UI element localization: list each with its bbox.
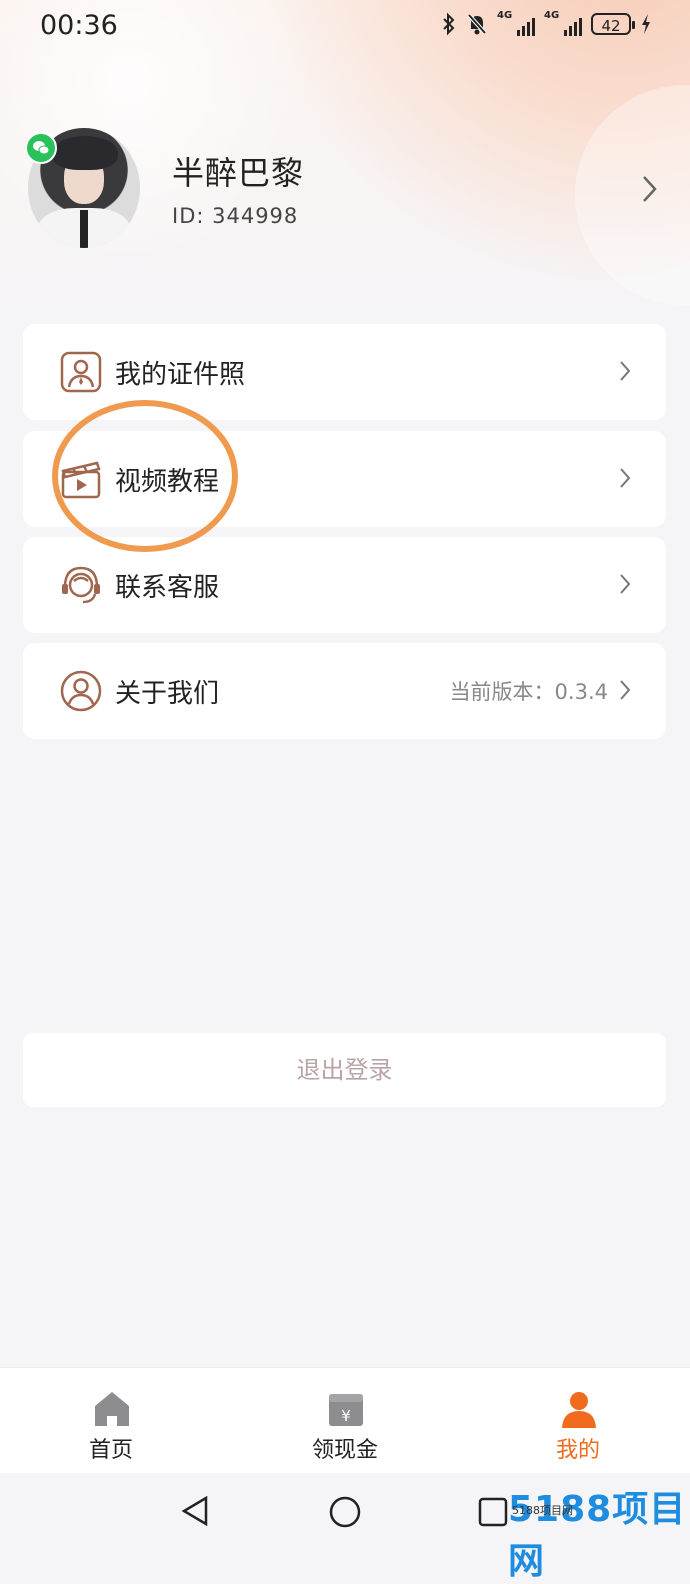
- status-icons: 4G 4G 42: [441, 10, 652, 36]
- menu-item-customer-service[interactable]: 联系客服: [23, 537, 666, 633]
- tab-label: 首页: [88, 1438, 133, 1463]
- user-circle-icon: [60, 670, 102, 712]
- tab-me[interactable]: 我的: [518, 1368, 638, 1474]
- customer-service-icon: [62, 566, 100, 604]
- tab-label: 领现金: [311, 1438, 378, 1463]
- signal-icon: 4G: [544, 10, 582, 36]
- signal-icon: 4G: [497, 10, 535, 36]
- back-nav-icon[interactable]: [180, 1495, 210, 1527]
- svg-text:¥: ¥: [341, 1407, 351, 1425]
- tab-cash[interactable]: ¥ 领现金: [285, 1368, 405, 1474]
- status-bar: 00:36 4G 4G 42: [0, 0, 690, 54]
- menu-item-video-tutorials[interactable]: 视频教程: [23, 431, 666, 527]
- mute-bell-icon: [467, 13, 487, 35]
- chevron-right-icon: [620, 680, 631, 700]
- watermark: 5188项目网 5188项目网: [508, 1489, 687, 1582]
- battery-icon: 42: [591, 13, 635, 35]
- id-photo-icon: [60, 351, 102, 393]
- tab-home[interactable]: 首页: [51, 1368, 171, 1474]
- tab-label: 我的: [555, 1438, 600, 1463]
- status-time: 00:36: [40, 10, 118, 41]
- menu-item-label: 视频教程: [115, 467, 220, 497]
- menu-item-about-us[interactable]: 关于我们 当前版本：0.3.4: [23, 643, 666, 739]
- bottom-tab-bar: 首页 ¥ 领现金 我的: [0, 1367, 690, 1474]
- wechat-icon: [25, 132, 57, 164]
- menu-item-label: 联系客服: [115, 573, 220, 603]
- menu-item-label: 我的证件照: [115, 360, 246, 390]
- user-id: ID: 344998: [172, 204, 299, 228]
- home-nav-icon[interactable]: [328, 1495, 362, 1529]
- logout-button[interactable]: 退出登录: [23, 1033, 666, 1107]
- user-nickname: 半醉巴黎: [172, 154, 305, 192]
- battery-level: 42: [601, 17, 621, 35]
- recents-nav-icon[interactable]: [478, 1497, 508, 1527]
- charging-icon: [642, 14, 650, 34]
- menu-item-label: 关于我们: [115, 679, 220, 709]
- chevron-right-icon: [620, 361, 631, 381]
- chevron-right-icon: [620, 468, 631, 488]
- menu-item-id-photos[interactable]: 我的证件照: [23, 324, 666, 420]
- profile-icon: [562, 1392, 596, 1428]
- bluetooth-icon: [443, 12, 455, 36]
- app-version: 当前版本：0.3.4: [449, 680, 608, 704]
- home-icon: [95, 1392, 129, 1426]
- cash-icon: ¥: [329, 1394, 363, 1426]
- chevron-right-icon: [620, 574, 631, 594]
- profile-header[interactable]: 半醉巴黎 ID: 344998: [0, 118, 690, 268]
- chevron-right-icon[interactable]: [640, 174, 660, 204]
- video-clapper-icon: [61, 461, 101, 499]
